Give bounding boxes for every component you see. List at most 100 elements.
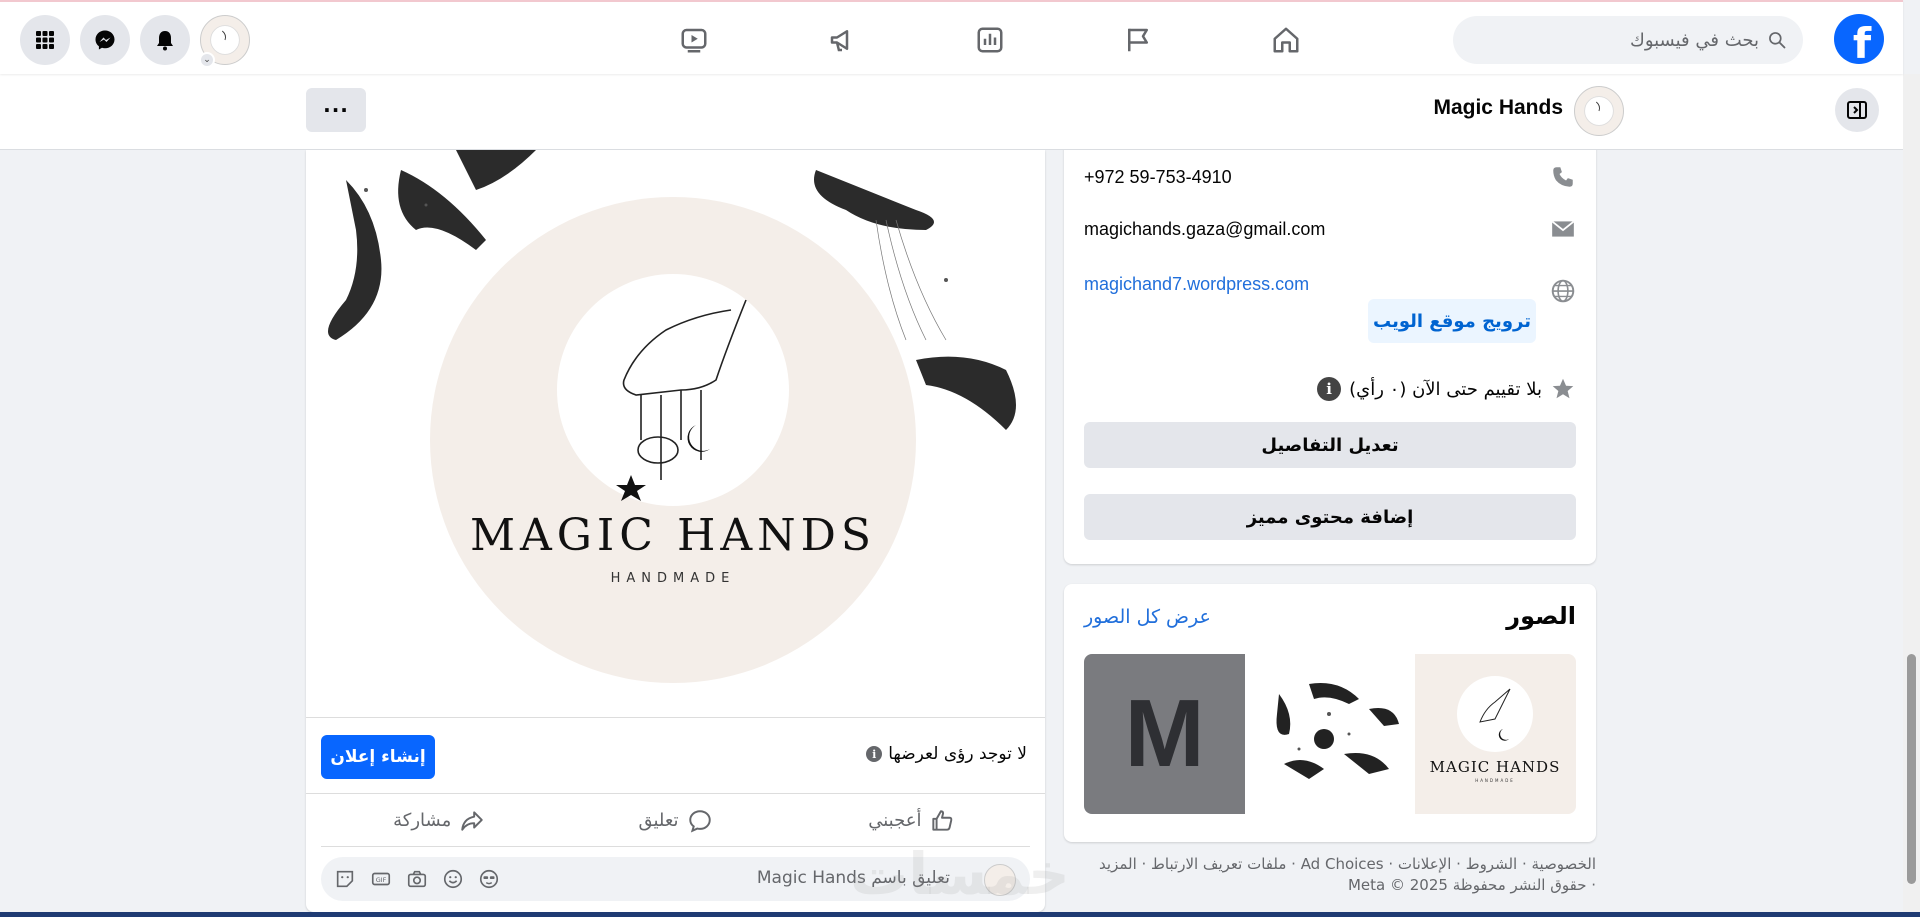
photos-title: الصور [1506,602,1576,630]
gif-button[interactable]: GIF [369,867,393,891]
comment-input[interactable]: تعليق باسم Magic Hands GIF [321,857,1030,901]
sticker-button[interactable] [333,867,357,891]
account-avatar[interactable]: ⌄ [199,15,250,68]
sticker-icon [336,870,354,888]
page-title[interactable]: Magic Hands [1433,96,1563,120]
messenger-button[interactable] [80,15,130,65]
see-all-photos-link[interactable]: عرض كل الصور [1084,606,1211,628]
photo-button[interactable] [405,867,429,891]
comment-placeholder: تعليق باسم Magic Hands [756,868,950,888]
website-row: magichand7.wordpress.com [1084,264,1576,304]
add-featured-button[interactable]: إضافة محتوى مميز [1084,494,1576,540]
post-insights-bar: إنشاء إعلان لا توجد رؤى لعرضها i [306,718,1045,794]
logo-thumbnail: MAGIC HANDS HANDMADE [1429,676,1560,783]
bell-icon [157,31,173,51]
search-placeholder: بحث في فيسبوك [1629,29,1759,51]
emoji-button[interactable] [441,867,465,891]
facebook-logo[interactable]: f [1834,14,1884,68]
post-image[interactable]: MAGIC HANDS HANDMADE [306,150,1045,718]
email-row: magichands.gaza@gmail.com [1084,216,1576,242]
main-nav-icons [620,12,1360,68]
nav-pages-tab[interactable] [1064,12,1212,68]
share-arrow-icon [461,810,483,831]
messenger-icon [95,30,115,50]
phone-number[interactable]: +972 59-753-4910 [1084,167,1232,188]
top-navigation: f بحث في فيسبوك ⌄ [0,0,1903,74]
magic-hands-cover-art: MAGIC HANDS HANDMADE [328,150,1016,683]
photo-tile-hands[interactable] [1249,654,1411,814]
share-label: مشاركة [393,810,452,831]
page-avatar[interactable] [1574,86,1624,136]
account-controls: ⌄ [20,15,250,68]
photo-grid: M MAGIC HANDS HANDMADE [1084,654,1576,814]
hands-art-thumbnail [1276,683,1400,779]
info-icon[interactable]: i [866,746,883,762]
comment-bubble-icon [688,809,711,833]
svg-text:GIF: GIF [376,876,387,884]
notifications-button[interactable] [140,15,190,65]
logo-thumbnail-subtitle: HANDMADE [1475,778,1515,783]
share-button[interactable]: مشاركة [321,795,557,846]
page-footer: الخصوصية · الشروط · الإعلانات · Ad Choic… [1064,854,1596,896]
edit-details-button[interactable]: تعديل التفاصيل [1084,422,1576,468]
rating-text: بلا تقييم حتى الآن (٠ رأي) [1349,378,1542,400]
nav-home-tab[interactable] [1212,12,1360,68]
more-options-button[interactable]: ··· [306,88,366,132]
smiley-icon [443,869,463,889]
like-label: أعجبني [868,810,922,831]
photos-card: الصور عرض كل الصور M MAGIC HANDS HANDMAD… [1064,584,1596,842]
rating-row: بلا تقييم حتى الآن (٠ رأي) i [1317,376,1576,402]
facebook-logo-letter: f [1852,19,1872,68]
gif-icon: GIF [371,872,391,886]
comment-avatar[interactable] [984,864,1016,896]
create-ad-button[interactable]: إنشاء إعلان [321,735,435,779]
footer-links[interactable]: الخصوصية · الشروط · الإعلانات · Ad Choic… [1064,854,1596,875]
thumbs-up-icon [932,809,953,831]
no-insights-text: لا توجد رؤى لعرضها i [866,744,1027,764]
video-icon [681,28,707,53]
cover-title: MAGIC HANDS [470,510,876,561]
photo-tile-m[interactable]: M [1084,654,1246,814]
menu-button[interactable] [20,15,70,65]
sidebar-toggle-icon [1847,101,1867,119]
avatar-sticker-button[interactable] [477,867,501,891]
comment-label: تعليق [638,810,679,831]
chevron-down-icon[interactable]: ⌄ [199,52,215,68]
home-icon [1273,27,1299,53]
page-scrollbar[interactable] [1903,74,1920,917]
mail-icon [1551,220,1575,237]
page-avatar-logo-icon [1584,96,1614,126]
comment-button[interactable]: تعليق [557,795,793,846]
promote-website-button[interactable]: ترويج موقع الويب [1368,299,1536,343]
sidebar-toggle-button[interactable] [1835,88,1879,132]
like-button[interactable]: أعجبني [794,795,1030,846]
comment-tools: GIF [333,867,501,891]
post-actions: أعجبني تعليق مشاركة [321,795,1030,847]
nav-video-tab[interactable] [620,12,768,68]
website-link[interactable]: magichand7.wordpress.com [1084,274,1309,295]
phone-row: +972 59-753-4910 [1084,164,1576,190]
photo-tile-logo[interactable]: MAGIC HANDS HANDMADE [1414,654,1576,814]
flag-icon [1128,28,1148,52]
logo-thumbnail-title: MAGIC HANDS [1429,758,1560,776]
nav-ads-tab[interactable] [768,12,916,68]
cover-subtitle: HANDMADE [611,571,736,586]
camera-icon [407,870,427,888]
search-input[interactable]: بحث في فيسبوك [1453,16,1803,64]
page-sticky-header: Magic Hands ··· [0,74,1903,150]
scrollbar-thumb[interactable] [1907,654,1916,884]
bottom-strip [0,912,1920,917]
nav-insights-tab[interactable] [916,12,1064,68]
avatar-logo-icon [210,25,240,55]
avatar-sticker-icon [479,869,499,889]
post-card: MAGIC HANDS HANDMADE إنشاء إعلان لا توجد… [306,150,1045,912]
megaphone-icon [830,30,849,52]
search-icon [1769,32,1786,49]
rating-info-icon[interactable]: i [1317,377,1342,401]
email-address[interactable]: magichands.gaza@gmail.com [1084,219,1325,240]
menu-grid-icon [36,31,54,49]
page-intro-card: +972 59-753-4910 magichands.gaza@gmail.c… [1064,130,1596,564]
no-insights-label: لا توجد رؤى لعرضها [888,744,1027,764]
star-icon [1552,378,1574,399]
footer-copyright: · حقوق النشر محفوظة Meta © 2025 [1347,876,1596,894]
